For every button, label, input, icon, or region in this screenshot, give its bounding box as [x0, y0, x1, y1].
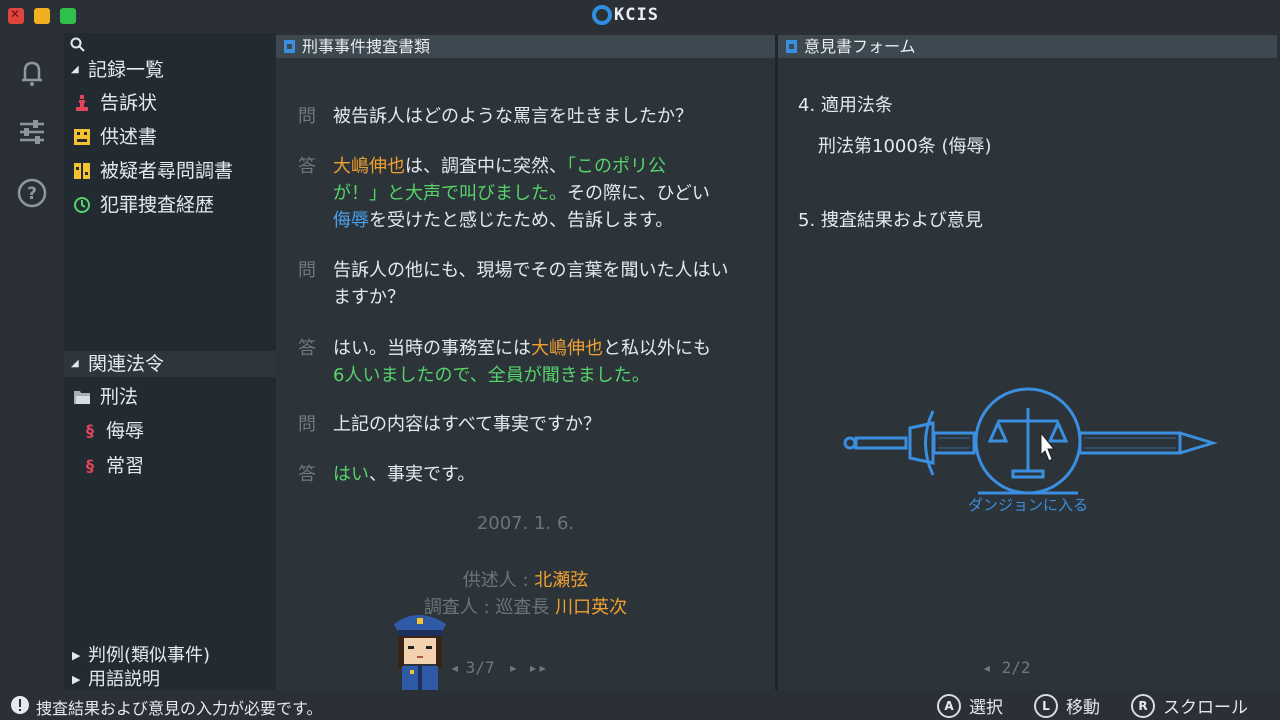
- section-4-label: 4. 適用法条: [798, 95, 893, 116]
- doc-pager: ◂ 3/7 ▸ ▸▸: [450, 658, 548, 677]
- expand-triangle-icon: ▶: [72, 673, 81, 686]
- r-button-icon: R: [1131, 693, 1155, 718]
- document-icon: [786, 40, 797, 53]
- doc-panel[interactable]: 問 被告訴人はどのような罵言を吐きましたか？ 答 大嶋伸也は、調査中に突然、「こ…: [276, 58, 775, 690]
- section-mark-icon: §: [86, 421, 94, 440]
- sliders-icon[interactable]: [17, 117, 47, 147]
- next-page-button[interactable]: ▸: [509, 658, 519, 677]
- answer-1: 答 大嶋伸也は、調査中に突然、「このポリ公 が！」と大声で叫びました。その際に、ひ…: [298, 156, 710, 231]
- control-hint-select: A 選択: [937, 693, 1003, 718]
- sidebar-item-complaint[interactable]: 告訴状: [64, 88, 157, 118]
- sidebar-folder-penal-code[interactable]: 刑法: [64, 382, 138, 412]
- sidebar-item-statement[interactable]: 供述書: [64, 122, 157, 152]
- help-icon[interactable]: ?: [17, 178, 47, 208]
- laws-section-header[interactable]: ◢ 関連法令: [64, 351, 276, 377]
- document-icon: [284, 40, 295, 53]
- bell-icon[interactable]: [17, 58, 47, 88]
- question-1: 問 被告訴人はどのような罵言を吐きましたか？: [298, 106, 693, 127]
- police-officer-character: [394, 615, 446, 690]
- app-logo: KCIS: [592, 5, 659, 25]
- svg-text:?: ?: [27, 184, 37, 204]
- keyword-insult[interactable]: 侮辱: [333, 210, 369, 231]
- pixel-face-icon: [74, 129, 90, 145]
- sidebar-item-precedents[interactable]: ▶ 判例(類似事件): [64, 644, 210, 668]
- control-hint-scroll: R スクロール: [1131, 693, 1248, 718]
- suspect-name[interactable]: 大嶋伸也: [531, 338, 603, 359]
- title-bar: KCIS: [0, 0, 1280, 33]
- applicable-law-field[interactable]: 刑法第1000条 (侮辱): [818, 132, 992, 158]
- question-2: 問 告訴人の他にも、現場でその言葉を聞いた人はいますか？: [298, 260, 729, 308]
- status-message: 捜査結果および意見の入力が必要です。: [36, 699, 323, 718]
- document-date: 2007. 1. 6.: [476, 513, 575, 534]
- logo-ring-icon: [592, 5, 612, 25]
- sidebar-item-history[interactable]: 犯罪捜査経歴: [64, 190, 214, 220]
- close-window-button[interactable]: [8, 7, 24, 24]
- search-icon[interactable]: [70, 37, 86, 53]
- suspect-name[interactable]: 大嶋伸也: [333, 156, 405, 177]
- app-name: KCIS: [614, 5, 659, 25]
- minimize-window-button[interactable]: [34, 8, 50, 24]
- prev-page-button[interactable]: ◂: [450, 658, 460, 677]
- doc-panel-header: 刑事事件捜査書類: [276, 35, 775, 58]
- sidebar: ◢ 記録一覧 告訴状 供述書 被疑者尋問調書 犯罪捜査経歴 ◢ 関連法令 刑法 …: [64, 33, 276, 690]
- answer-2: 答 はい。当時の事務室には大嶋伸也と私以外にも 6人いましたので、全員が聞きました…: [298, 338, 711, 386]
- question-3: 問 上記の内容はすべて事実ですか？: [298, 414, 602, 435]
- maximize-window-button[interactable]: [60, 8, 76, 24]
- pixel-face-icon: [74, 163, 90, 179]
- a-button-icon: A: [937, 693, 961, 718]
- prev-page-button[interactable]: ◂: [982, 658, 992, 677]
- collapse-triangle-icon: ◢: [71, 64, 79, 75]
- answer-3: 答 はい、事実です。: [298, 464, 476, 485]
- collapse-triangle-icon: ◢: [71, 358, 79, 369]
- last-page-button[interactable]: ▸▸: [528, 658, 547, 677]
- section-mark-icon: §: [86, 456, 94, 475]
- icon-rail: ?: [0, 33, 64, 690]
- alert-icon: [11, 696, 29, 714]
- sidebar-item-glossary[interactable]: ▶ 用語説明: [64, 668, 160, 692]
- enter-dungeon-label[interactable]: ダンジョンに入る: [908, 494, 1148, 515]
- form-pager: ◂ 2/2: [982, 658, 1031, 677]
- expand-triangle-icon: ▶: [72, 649, 81, 662]
- status-bar: 捜査結果および意見の入力が必要です。 A 選択 L 移動 R スクロール: [0, 690, 1280, 720]
- sidebar-item-insult[interactable]: § 侮辱: [64, 416, 144, 446]
- deponent-line: 供述人 : 北瀬弦: [462, 570, 589, 591]
- folder-icon: [74, 391, 90, 404]
- investigator-line: 調査人 : 巡査長 川口英次: [423, 597, 628, 618]
- form-panel[interactable]: 4. 適用法条 刑法第1000条 (侮辱) 5. 捜査結果および意見 ダンジョン…: [778, 58, 1280, 690]
- pawn-icon: [76, 95, 88, 111]
- records-section-header[interactable]: ◢ 記録一覧: [64, 57, 276, 83]
- sidebar-item-habitual[interactable]: § 常習: [64, 451, 144, 481]
- l-button-icon: L: [1034, 693, 1058, 718]
- sidebar-item-interrogation[interactable]: 被疑者尋問調書: [64, 156, 233, 186]
- history-icon: [74, 197, 90, 213]
- form-panel-header: 意見書フォーム: [778, 35, 1277, 58]
- control-hint-move: L 移動: [1034, 693, 1100, 718]
- section-5-label: 5. 捜査結果および意見: [798, 210, 983, 231]
